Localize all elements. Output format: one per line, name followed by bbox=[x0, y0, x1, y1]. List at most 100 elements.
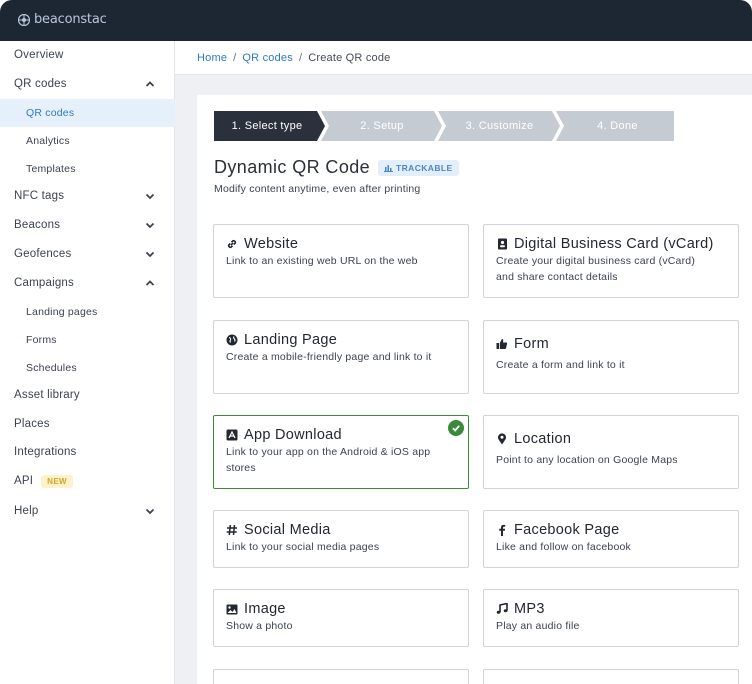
option-form[interactable]: Form Create a form and link to it bbox=[483, 320, 739, 394]
option-app-download[interactable]: App Download Link to your app on the And… bbox=[213, 415, 469, 489]
sidebar-item-overview[interactable]: Overview bbox=[0, 41, 175, 69]
option-image[interactable]: Image Show a photo bbox=[213, 589, 469, 647]
option-facebook-page[interactable]: Facebook Page Like and follow on faceboo… bbox=[483, 510, 739, 568]
chevron-down-icon bbox=[145, 508, 155, 515]
breadcrumb: Home / QR codes / Create QR code bbox=[175, 41, 752, 75]
trackable-badge-label: TRACKABLE bbox=[396, 162, 453, 173]
breadcrumb-home-link[interactable]: Home bbox=[197, 52, 227, 64]
option-title: Digital Business Card (vCard) bbox=[514, 236, 714, 252]
logo-text: beaconstac bbox=[34, 12, 107, 27]
sidebar-item-label: NFC tags bbox=[14, 190, 65, 202]
new-badge: NEW bbox=[41, 474, 74, 488]
sidebar-item-label: Asset library bbox=[14, 389, 80, 401]
option-partial-tile[interactable] bbox=[483, 669, 739, 684]
sidebar-item-integrations[interactable]: Integrations bbox=[0, 438, 175, 466]
bar-chart-icon bbox=[384, 164, 394, 172]
sidebar-item-api[interactable]: API NEW bbox=[0, 467, 175, 495]
option-title: Image bbox=[244, 601, 286, 617]
sidebar-subitem-forms[interactable]: Forms bbox=[0, 326, 175, 354]
sidebar-item-label: Help bbox=[14, 505, 39, 517]
link-icon bbox=[226, 238, 238, 250]
option-description: Create a form and link to it bbox=[496, 359, 625, 371]
option-title: Website bbox=[244, 236, 299, 252]
sidebar-item-label: Schedules bbox=[26, 362, 77, 374]
breadcrumb-separator: / bbox=[233, 51, 237, 64]
option-title: Form bbox=[514, 336, 550, 352]
logo[interactable]: beaconstac bbox=[18, 12, 107, 27]
option-mp3[interactable]: MP3 Play an audio file bbox=[483, 589, 739, 647]
option-title: App Download bbox=[244, 427, 342, 443]
sidebar-subitem-landing-pages[interactable]: Landing pages bbox=[0, 298, 175, 326]
option-partial-tile[interactable] bbox=[213, 669, 469, 684]
sidebar-subitem-templates[interactable]: Templates bbox=[0, 155, 175, 183]
option-description: Link to an existing web URL on the web bbox=[226, 255, 418, 267]
chevron-up-icon bbox=[145, 280, 155, 286]
sidebar-item-label: Overview bbox=[14, 49, 64, 61]
facebook-icon bbox=[496, 524, 508, 536]
option-title: Facebook Page bbox=[514, 522, 620, 538]
breadcrumb-separator: / bbox=[298, 51, 303, 64]
sidebar-item-label: Campaigns bbox=[14, 277, 74, 289]
option-title: Landing Page bbox=[244, 332, 338, 348]
sidebar-item-beacons[interactable]: Beacons bbox=[0, 211, 175, 239]
option-social-media[interactable]: Social Media Link to your social media p… bbox=[213, 510, 469, 568]
create-qr-card: 1. Select type 2. Setup 3. Customize 4. … bbox=[197, 95, 752, 684]
chevron-down-icon bbox=[145, 193, 155, 200]
top-bar: beaconstac bbox=[0, 0, 752, 41]
sidebar-item-label: Places bbox=[14, 418, 50, 430]
music-note-icon bbox=[496, 603, 508, 615]
option-description: Create a mobile-friendly page and link t… bbox=[226, 351, 432, 363]
option-title: MP3 bbox=[514, 601, 545, 617]
stepper: 1. Select type 2. Setup 3. Customize 4. … bbox=[214, 111, 674, 141]
app-store-icon bbox=[226, 429, 238, 441]
option-website[interactable]: Website Link to an existing web URL on t… bbox=[213, 224, 469, 298]
sidebar-item-campaigns[interactable]: Campaigns bbox=[0, 269, 175, 297]
step-setup: 2. Setup bbox=[360, 120, 404, 132]
breadcrumb-qr-codes-link[interactable]: QR codes bbox=[242, 52, 293, 64]
globe-icon bbox=[226, 334, 238, 346]
sidebar-subitem-analytics[interactable]: Analytics bbox=[0, 127, 175, 155]
option-title: Location bbox=[514, 431, 572, 447]
sidebar-item-nfc-tags[interactable]: NFC tags bbox=[0, 182, 175, 210]
option-vcard[interactable]: Digital Business Card (vCard) Create you… bbox=[483, 224, 739, 298]
sidebar-item-geofences[interactable]: Geofences bbox=[0, 240, 175, 268]
step-done: 4. Done bbox=[597, 120, 638, 132]
option-description: Create your digital business card (vCard… bbox=[496, 255, 696, 283]
sidebar-subitem-schedules[interactable]: Schedules bbox=[0, 354, 175, 382]
option-description: Play an audio file bbox=[496, 620, 580, 632]
hashtag-icon bbox=[226, 524, 238, 536]
step-select-type: 1. Select type bbox=[231, 120, 303, 132]
step-customize: 3. Customize bbox=[465, 120, 534, 132]
chevron-down-icon bbox=[145, 251, 155, 258]
sidebar-item-label: Forms bbox=[26, 334, 57, 346]
map-pin-icon bbox=[496, 433, 508, 445]
sidebar-item-label: Integrations bbox=[14, 446, 77, 458]
sidebar-item-qr-codes[interactable]: QR codes bbox=[0, 70, 175, 98]
sidebar-item-label: Analytics bbox=[26, 135, 70, 147]
option-title: Social Media bbox=[244, 522, 331, 538]
chevron-up-icon bbox=[145, 81, 155, 87]
sidebar-item-help[interactable]: Help bbox=[0, 497, 175, 525]
sidebar-item-label: Beacons bbox=[14, 219, 61, 231]
option-description: Link to your app on the Android & iOS ap… bbox=[226, 446, 431, 474]
page-subtitle: Modify content anytime, even after print… bbox=[214, 183, 421, 195]
trackable-badge: TRACKABLE bbox=[378, 159, 459, 176]
option-location[interactable]: Location Point to any location on Google… bbox=[483, 415, 739, 489]
option-description: Show a photo bbox=[226, 620, 293, 632]
contact-card-icon bbox=[496, 238, 508, 250]
sidebar-subitem-qr-codes[interactable]: QR codes bbox=[0, 99, 175, 127]
sidebar-item-places[interactable]: Places bbox=[0, 410, 175, 438]
beaconstac-logo-icon bbox=[18, 13, 30, 26]
image-icon bbox=[226, 603, 238, 615]
selected-check-icon bbox=[448, 420, 464, 436]
sidebar-item-label: API bbox=[14, 475, 34, 487]
chevron-down-icon bbox=[145, 222, 155, 229]
option-description: Like and follow on facebook bbox=[496, 541, 631, 553]
sidebar-item-label: Templates bbox=[26, 163, 76, 175]
sidebar-item-asset-library[interactable]: Asset library bbox=[0, 381, 175, 409]
option-landing-page[interactable]: Landing Page Create a mobile-friendly pa… bbox=[213, 320, 469, 394]
sidebar-item-label: QR codes bbox=[14, 78, 67, 90]
sidebar-item-label: Geofences bbox=[14, 248, 72, 260]
thumbs-up-icon bbox=[496, 338, 508, 350]
app-window: beaconstac Overview QR codes QR codes An… bbox=[0, 0, 752, 684]
